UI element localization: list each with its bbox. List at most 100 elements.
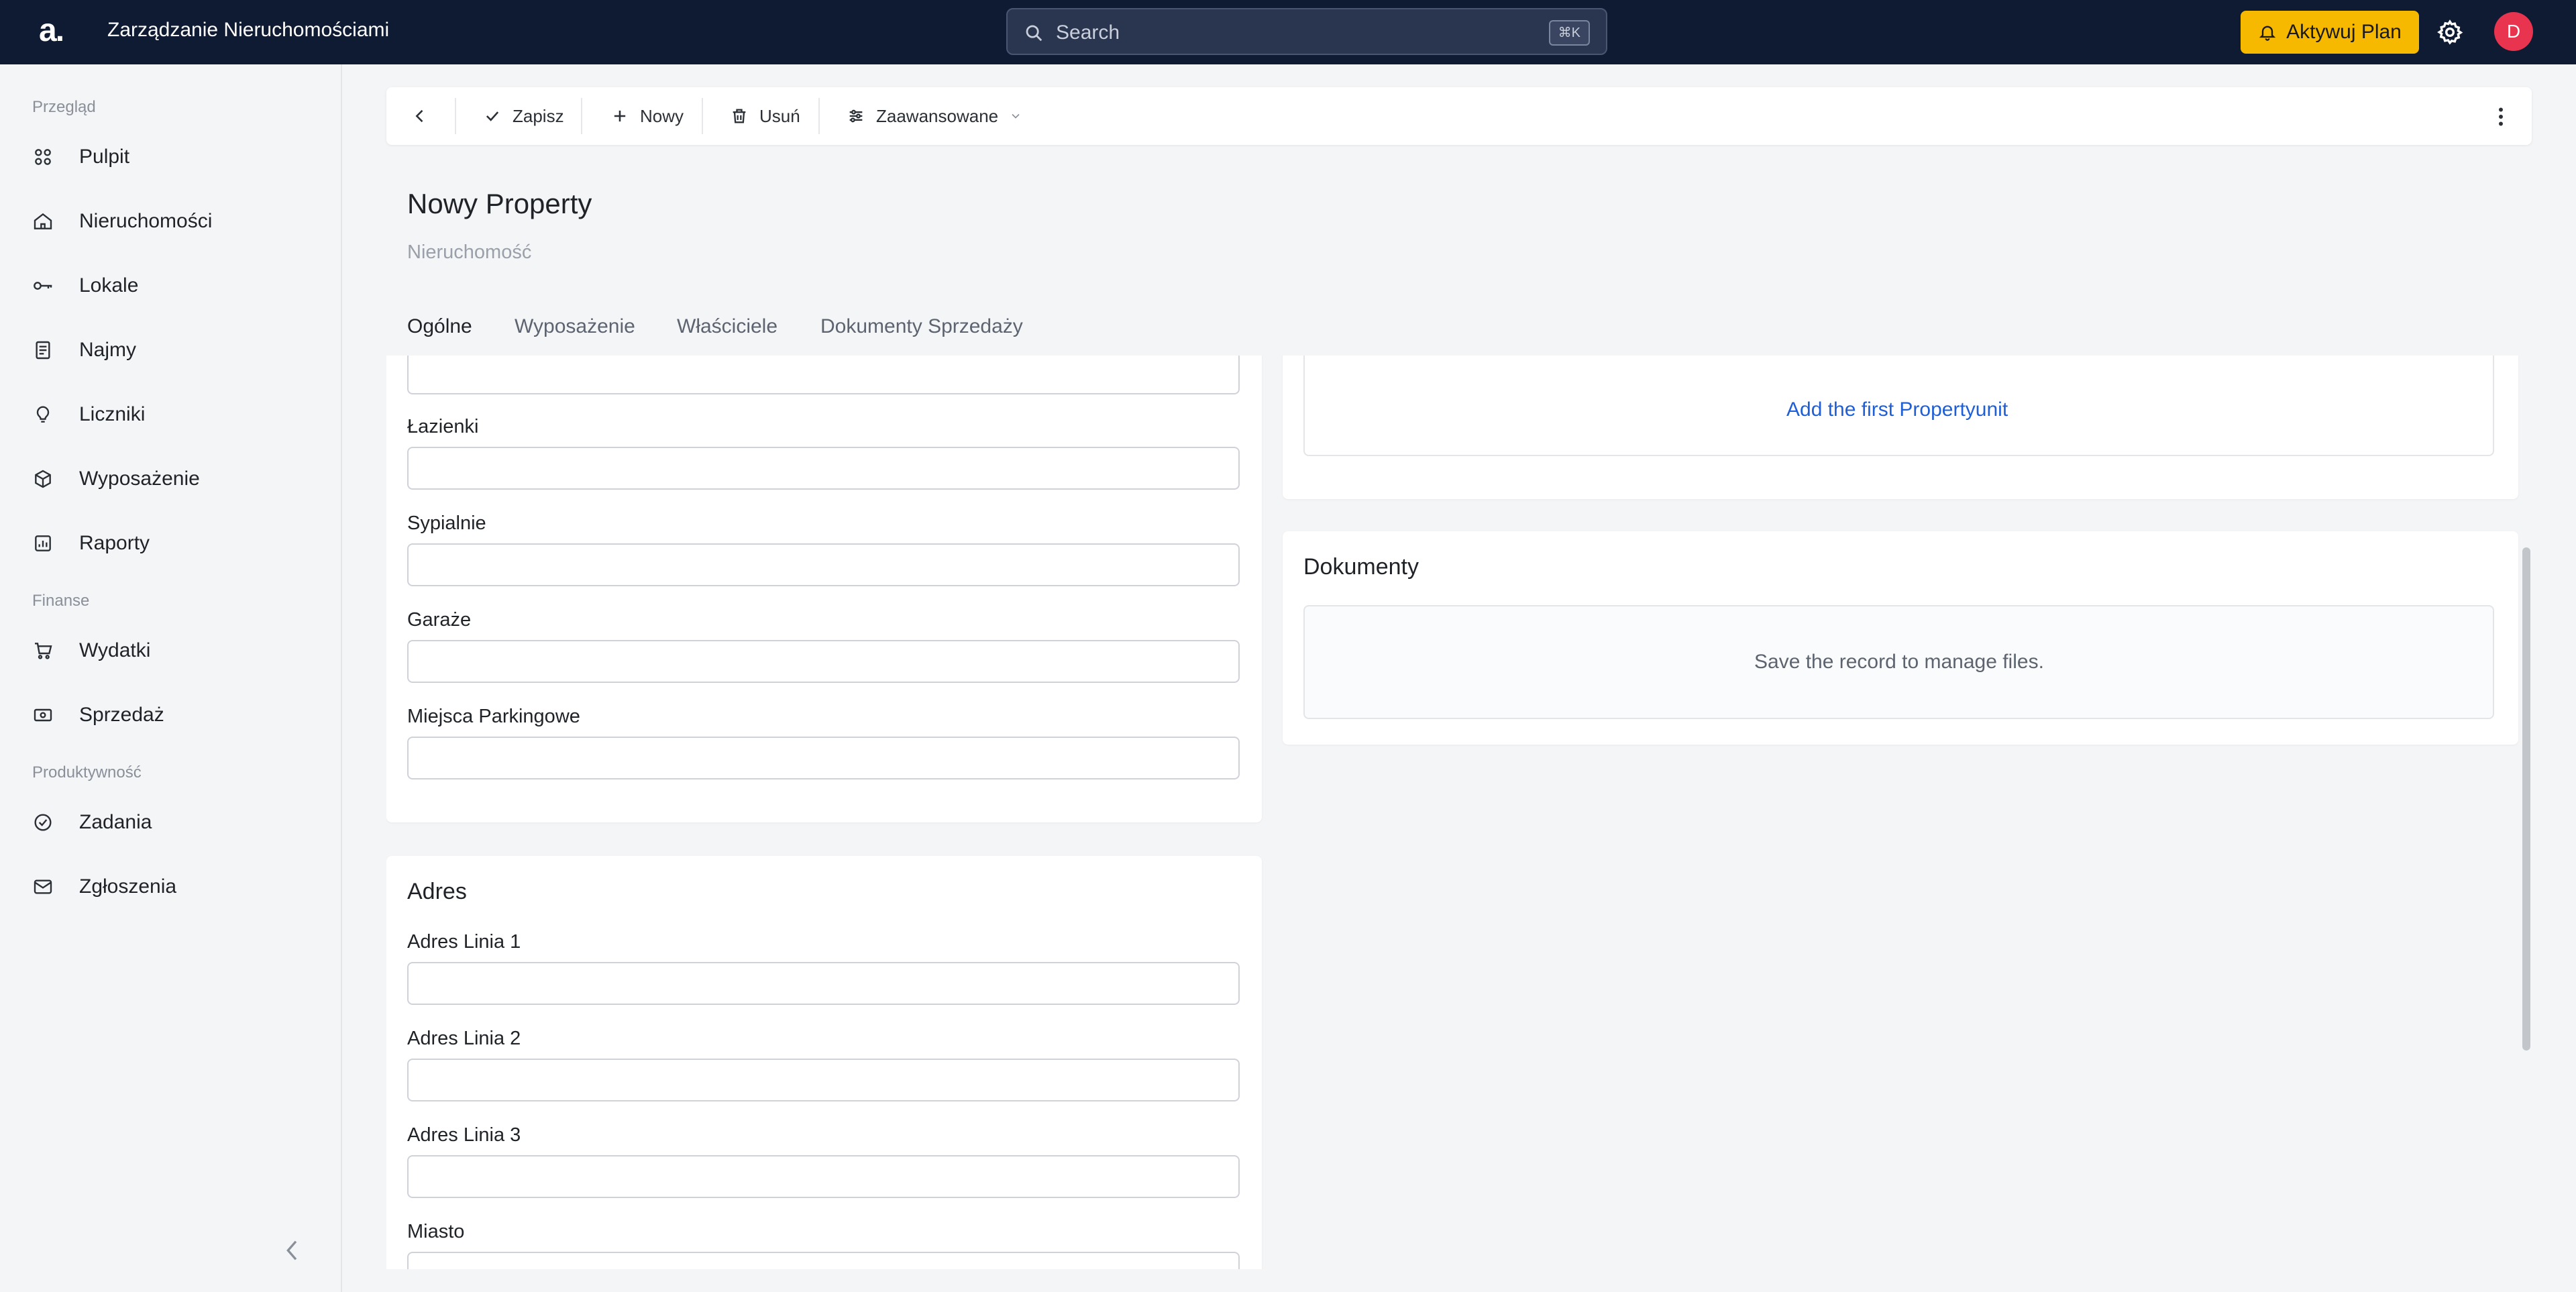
delete-button[interactable]: Usuń <box>730 87 800 145</box>
content-scrollbar-thumb[interactable] <box>2522 547 2530 1051</box>
new-label: Nowy <box>640 105 684 126</box>
page-title: Nowy Property <box>407 188 592 219</box>
search-shortcut-badge: ⌘K <box>1548 20 1590 46</box>
page-subtitle: Nieruchomość <box>407 241 532 263</box>
sidebar: Przegląd Pulpit Nieruchomości Lokale Naj… <box>0 64 342 1292</box>
check-icon <box>486 111 499 121</box>
lazienki-input[interactable] <box>407 447 1240 490</box>
save-button[interactable]: Zapisz <box>483 87 564 145</box>
back-button[interactable] <box>411 87 429 145</box>
toolbar-divider <box>581 98 582 134</box>
garaze-input[interactable] <box>407 640 1240 683</box>
sypialnie-input[interactable] <box>407 543 1240 586</box>
sidebar-item-label: Pulpit <box>79 146 130 168</box>
new-button[interactable]: Nowy <box>610 87 684 145</box>
advanced-label: Zaawansowane <box>876 105 999 126</box>
toolbar-divider <box>455 98 456 134</box>
sidebar-item-nieruchomosci[interactable]: Nieruchomości <box>32 201 314 241</box>
address-card: Adres Adres Linia 1 Adres Linia 2 Adres … <box>386 856 1262 1269</box>
search-icon <box>1026 25 1042 42</box>
address-section-title: Adres <box>407 879 467 904</box>
sidebar-item-lokale[interactable]: Lokale <box>32 266 314 306</box>
sidebar-item-label: Liczniki <box>79 403 146 425</box>
top-bar: a. Zarządzanie Nieruchomościami Search ⌘… <box>0 0 2576 64</box>
app-logo[interactable]: a. <box>39 12 64 49</box>
cube-icon <box>35 470 51 488</box>
mail-icon <box>34 879 52 894</box>
app-title: Zarządzanie Nieruchomościami <box>107 19 390 41</box>
field-label-adres-linia-1: Adres Linia 1 <box>407 931 521 953</box>
activate-plan-label: Aktywuj Plan <box>2286 21 2402 43</box>
sidebar-item-wyposazenie[interactable]: Wyposażenie <box>32 459 314 499</box>
adres-linia-3-input[interactable] <box>407 1155 1240 1198</box>
toolbar-divider <box>818 98 820 134</box>
field-label-miejsca-parkingowe: Miejsca Parkingowe <box>407 706 580 727</box>
sidebar-section-finance: Finanse <box>32 592 90 610</box>
sidebar-item-raporty[interactable]: Raporty <box>32 523 314 563</box>
delete-label: Usuń <box>759 105 800 126</box>
add-first-propertyunit-link[interactable]: Add the first Propertyunit <box>1786 398 2008 421</box>
sidebar-item-zgloszenia[interactable]: Zgłoszenia <box>32 867 314 907</box>
sidebar-item-liczniki[interactable]: Liczniki <box>32 394 314 435</box>
record-toolbar: Zapisz Nowy Usuń Zaawansowane <box>386 87 2532 145</box>
field-label-miasto: Miasto <box>407 1221 465 1242</box>
search-input[interactable]: Search ⌘K <box>1006 8 1607 55</box>
tab-ogolne[interactable]: Ogólne <box>407 315 472 338</box>
sidebar-item-label: Sprzedaż <box>79 704 164 726</box>
sidebar-item-label: Najmy <box>79 339 137 361</box>
plus-icon <box>614 110 626 122</box>
sidebar-item-label: Nieruchomości <box>79 210 213 232</box>
settings-gear-icon[interactable] <box>2436 19 2463 46</box>
sidebar-item-label: Wydatki <box>79 639 151 661</box>
documents-empty-box: Save the record to manage files. <box>1303 605 2494 719</box>
tab-dokumenty-sprzedazy[interactable]: Dokumenty Sprzedaży <box>820 315 1023 338</box>
chevron-down-icon <box>1012 113 1020 119</box>
tab-wyposazenie[interactable]: Wyposażenie <box>515 315 635 338</box>
documents-card: Dokumenty Save the record to manage file… <box>1283 531 2518 745</box>
sidebar-section-overview: Przegląd <box>32 98 96 116</box>
miasto-input[interactable] <box>407 1252 1240 1269</box>
chevron-left-icon <box>415 109 423 123</box>
details-field-previous-input[interactable] <box>407 356 1240 394</box>
adres-linia-1-input[interactable] <box>407 962 1240 1005</box>
check-circle-icon <box>34 814 52 831</box>
sidebar-item-label: Wyposażenie <box>79 468 200 490</box>
user-avatar[interactable]: D <box>2494 12 2533 51</box>
sidebar-item-label: Zadania <box>79 811 152 833</box>
home-icon <box>34 213 52 229</box>
documents-empty-text: Save the record to manage files. <box>1754 651 2044 673</box>
toolbar-divider <box>702 98 703 134</box>
sidebar-item-pulpit[interactable]: Pulpit <box>32 137 314 177</box>
cart-icon <box>35 643 52 659</box>
property-units-empty-box: Add the first Propertyunit <box>1303 356 2494 456</box>
sidebar-item-sprzedaz[interactable]: Sprzedaż <box>32 695 314 735</box>
advanced-dropdown[interactable]: Zaawansowane <box>847 87 1022 145</box>
sidebar-item-zadania[interactable]: Zadania <box>32 802 314 843</box>
miejsca-parkingowe-input[interactable] <box>407 737 1240 779</box>
document-icon <box>36 341 50 360</box>
sidebar-item-label: Raporty <box>79 532 150 554</box>
report-icon <box>35 535 51 551</box>
sidebar-item-wydatki[interactable]: Wydatki <box>32 631 314 671</box>
key-icon <box>34 282 52 290</box>
field-label-lazienki: Łazienki <box>407 416 479 437</box>
field-label-garaze: Garaże <box>407 609 472 631</box>
more-vertical-icon[interactable] <box>2489 103 2513 130</box>
field-label-adres-linia-3: Adres Linia 3 <box>407 1124 521 1146</box>
sliders-icon <box>849 109 863 123</box>
collapse-sidebar-chevron-left-icon[interactable] <box>282 1237 303 1264</box>
trash-icon <box>733 109 746 123</box>
bell-icon <box>2259 25 2276 41</box>
bulb-icon <box>36 406 50 423</box>
tab-wlasciciele[interactable]: Właściciele <box>677 315 777 338</box>
activate-plan-button[interactable]: Aktywuj Plan <box>2241 11 2419 54</box>
details-card: Łazienki Sypialnie Garaże Miejsca Parkin… <box>386 356 1262 822</box>
sidebar-item-najmy[interactable]: Najmy <box>32 330 314 370</box>
sidebar-item-label: Zgłoszenia <box>79 875 177 898</box>
sidebar-item-label: Lokale <box>79 274 139 297</box>
property-units-card: Add the first Propertyunit <box>1283 356 2518 499</box>
field-label-adres-linia-2: Adres Linia 2 <box>407 1028 521 1049</box>
adres-linia-2-input[interactable] <box>407 1059 1240 1101</box>
dashboard-icon <box>35 149 51 165</box>
documents-title: Dokumenty <box>1303 554 1419 580</box>
